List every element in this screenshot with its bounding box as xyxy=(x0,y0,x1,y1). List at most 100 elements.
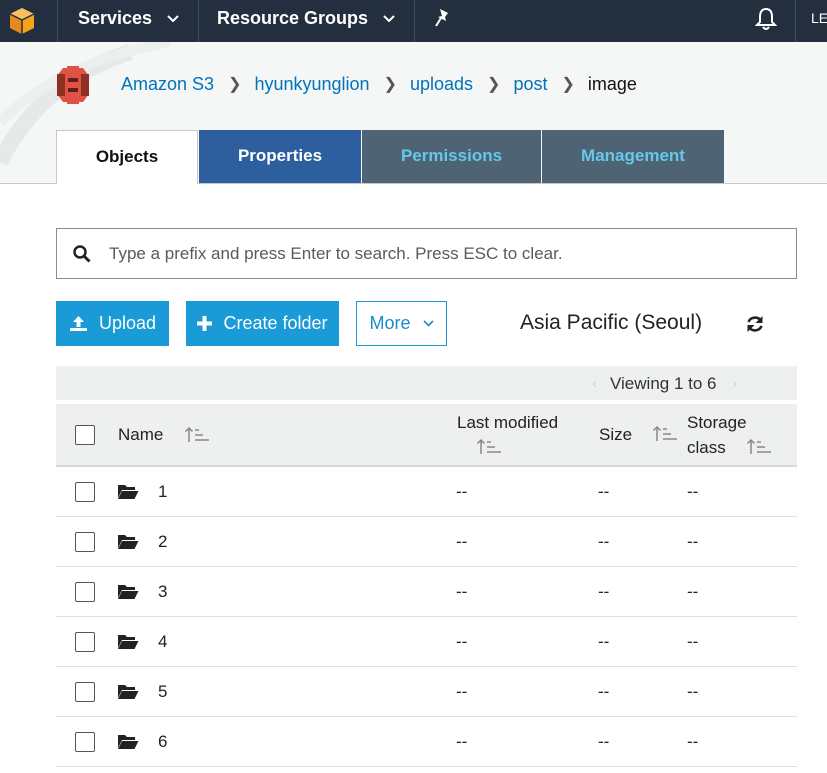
folder-name-link[interactable]: 1 xyxy=(158,482,167,502)
folder-open-icon xyxy=(118,685,139,699)
table-row[interactable]: 1 -- -- -- xyxy=(56,467,797,517)
aws-cube-icon[interactable] xyxy=(8,6,36,34)
nav-divider xyxy=(198,0,199,42)
search-input[interactable] xyxy=(109,229,789,278)
upload-label: Upload xyxy=(98,313,157,333)
storage-class-value: -- xyxy=(687,582,699,601)
pagination-bar: ‹ Viewing 1 to 6 › xyxy=(56,366,797,400)
sort-icon[interactable] xyxy=(746,438,772,456)
upload-icon xyxy=(69,315,88,332)
chevron-down-icon xyxy=(167,15,179,23)
resource-groups-label: Resource Groups xyxy=(217,8,369,28)
chevron-down-icon xyxy=(383,15,395,23)
breadcrumb-current: image xyxy=(587,73,637,94)
table-row[interactable]: 2 -- -- -- xyxy=(56,517,797,567)
last-modified-value: -- xyxy=(456,482,468,501)
breadcrumb-link-post[interactable]: post xyxy=(513,74,547,95)
table-row[interactable]: 3 -- -- -- xyxy=(56,567,797,617)
breadcrumb-separator-icon: ❯ xyxy=(228,76,242,93)
column-header-last-modified[interactable]: Last modified xyxy=(457,413,558,433)
column-header-size[interactable]: Size xyxy=(599,425,632,445)
row-checkbox[interactable] xyxy=(75,482,95,502)
sort-icon[interactable] xyxy=(184,426,210,444)
storage-class-value: -- xyxy=(687,632,699,651)
folder-open-icon xyxy=(118,735,139,749)
row-checkbox[interactable] xyxy=(75,632,95,652)
account-menu[interactable]: LE xyxy=(811,0,827,36)
folder-name-link[interactable]: 3 xyxy=(158,582,167,602)
paging-status: Viewing 1 to 6 xyxy=(610,374,717,393)
last-modified-value: -- xyxy=(456,532,468,551)
column-header-storage-class-line1[interactable]: Storage xyxy=(687,413,747,433)
size-value: -- xyxy=(598,682,610,701)
sort-icon[interactable] xyxy=(652,425,678,443)
nav-divider xyxy=(414,0,415,42)
search-box xyxy=(56,228,797,279)
folder-name-link[interactable]: 4 xyxy=(158,632,167,652)
breadcrumb-link-uploads[interactable]: uploads xyxy=(410,74,473,95)
more-actions-dropdown[interactable]: More xyxy=(356,301,447,346)
size-value: -- xyxy=(598,582,610,601)
breadcrumb-link-amazon-s3[interactable]: Amazon S3 xyxy=(121,74,214,95)
pin-icon[interactable] xyxy=(434,8,452,28)
row-checkbox[interactable] xyxy=(75,582,95,602)
breadcrumb-separator-icon: ❯ xyxy=(383,76,397,93)
folder-name-link[interactable]: 6 xyxy=(158,732,167,752)
nav-divider xyxy=(795,0,796,42)
tab-permissions[interactable]: Permissions xyxy=(362,130,541,183)
search-icon xyxy=(73,245,91,263)
s3-logo-icon xyxy=(57,66,89,104)
row-checkbox[interactable] xyxy=(75,732,95,752)
column-header-storage-class-line2[interactable]: class xyxy=(687,438,726,458)
resource-groups-menu[interactable]: Resource Groups xyxy=(217,0,395,42)
breadcrumb: Amazon S3 ❯ hyunkyunglion ❯ uploads ❯ po… xyxy=(121,72,637,96)
nav-divider xyxy=(57,0,58,42)
last-modified-value: -- xyxy=(456,732,468,751)
column-header-name[interactable]: Name xyxy=(118,425,163,445)
table-row[interactable]: 6 -- -- -- xyxy=(56,717,797,767)
last-modified-value: -- xyxy=(456,632,468,651)
upload-button[interactable]: Upload xyxy=(56,301,169,346)
tab-objects[interactable]: Objects xyxy=(56,130,198,184)
folder-open-icon xyxy=(118,485,139,499)
row-checkbox[interactable] xyxy=(75,532,95,552)
size-value: -- xyxy=(598,732,610,751)
table-row[interactable]: 5 -- -- -- xyxy=(56,667,797,717)
table-row[interactable]: 4 -- -- -- xyxy=(56,617,797,667)
table-header: Name Last modified Size Storage class xyxy=(56,404,797,467)
size-value: -- xyxy=(598,482,610,501)
folder-open-icon xyxy=(118,635,139,649)
size-value: -- xyxy=(598,532,610,551)
storage-class-value: -- xyxy=(687,732,699,751)
folder-name-link[interactable]: 5 xyxy=(158,682,167,702)
storage-class-value: -- xyxy=(687,482,699,501)
folder-name-link[interactable]: 2 xyxy=(158,532,167,552)
size-value: -- xyxy=(598,632,610,651)
last-modified-value: -- xyxy=(456,682,468,701)
chevron-down-icon xyxy=(422,320,434,327)
tab-properties[interactable]: Properties xyxy=(199,130,361,183)
more-label: More xyxy=(369,313,411,333)
services-menu[interactable]: Services xyxy=(78,0,179,42)
tab-management[interactable]: Management xyxy=(542,130,724,183)
folder-open-icon xyxy=(118,535,139,549)
services-label: Services xyxy=(78,8,153,28)
sort-icon[interactable] xyxy=(476,438,502,456)
folder-open-icon xyxy=(118,585,139,599)
region-label: Asia Pacific (Seoul) xyxy=(520,311,703,334)
bell-icon[interactable] xyxy=(755,7,777,31)
previous-page-icon[interactable]: ‹ xyxy=(592,375,597,392)
select-all-checkbox[interactable] xyxy=(75,425,95,445)
next-page-icon[interactable]: › xyxy=(732,375,737,392)
plus-icon xyxy=(197,316,213,331)
create-folder-button[interactable]: Create folder xyxy=(186,301,339,346)
create-folder-label: Create folder xyxy=(223,313,328,333)
top-nav-bar: Services Resource Groups LE xyxy=(0,0,827,42)
breadcrumb-link-bucket[interactable]: hyunkyunglion xyxy=(254,74,369,95)
breadcrumb-separator-icon: ❯ xyxy=(487,76,501,93)
refresh-icon[interactable] xyxy=(745,314,765,334)
storage-class-value: -- xyxy=(687,682,699,701)
row-checkbox[interactable] xyxy=(75,682,95,702)
storage-class-value: -- xyxy=(687,532,699,551)
breadcrumb-separator-icon: ❯ xyxy=(561,76,575,93)
